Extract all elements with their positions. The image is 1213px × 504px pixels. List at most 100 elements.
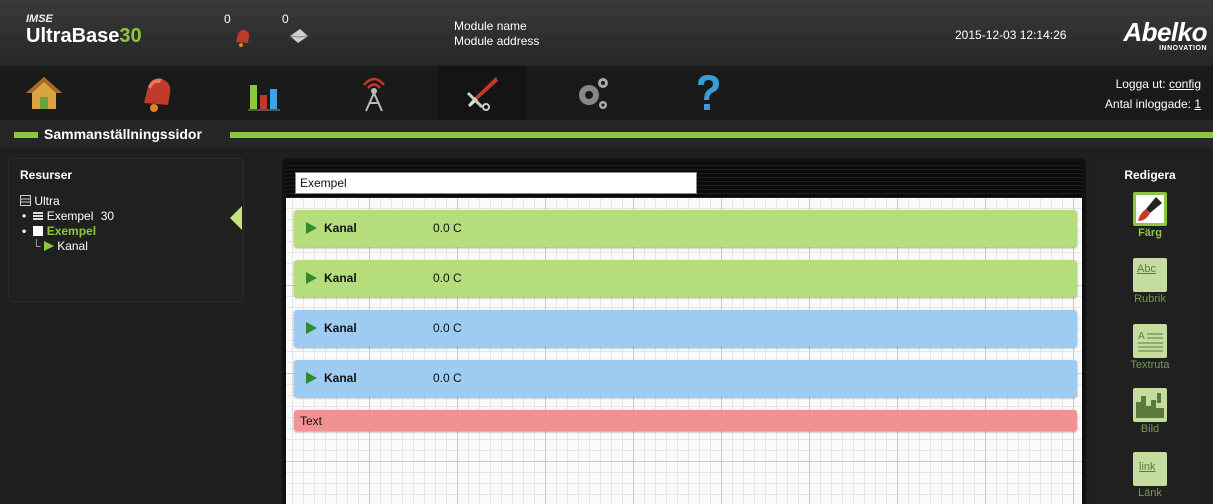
- channel-label: Kanal: [324, 321, 357, 335]
- account-info: Logga ut: config Antal inloggade: 1: [1105, 74, 1201, 114]
- top-header: IMSE UltraBase30 0 0 Module name Module …: [0, 0, 1213, 66]
- page-editor-canvas: Kanal 0.0 C Kanal 0.0 C Kanal 0.0 C Kana…: [282, 158, 1086, 504]
- play-icon: [306, 272, 317, 284]
- tree-item-label: Exempel: [46, 224, 97, 238]
- abelko-logo: Abelko INNOVATION: [1097, 19, 1207, 53]
- alarm-counter[interactable]: 0: [224, 12, 250, 47]
- play-icon: [306, 322, 317, 334]
- play-icon: [43, 241, 54, 251]
- channel-label: Kanal: [324, 271, 357, 285]
- list-icon: [33, 212, 44, 220]
- help-icon: [698, 75, 719, 110]
- message-count: 0: [282, 12, 289, 26]
- tools-icon: [466, 77, 498, 111]
- nav-statistics[interactable]: [220, 66, 308, 120]
- home-icon: [26, 77, 62, 109]
- current-datetime: 2015-12-03 12:14:26: [955, 28, 1067, 42]
- logo-text: Abelko: [1123, 17, 1207, 47]
- page-title-input[interactable]: [295, 172, 697, 194]
- logged-in-prefix: Antal inloggade:: [1104, 97, 1191, 111]
- tool-heading[interactable]: Abc Rubrik: [1097, 258, 1203, 305]
- tree-root[interactable]: Ultra: [20, 194, 114, 209]
- channel-label: Kanal: [324, 371, 357, 385]
- tool-label: Färg: [1138, 227, 1162, 239]
- section-title: Sammanställningssidor: [44, 126, 202, 142]
- canvas-header: [286, 162, 1082, 198]
- main-navigation: Logga ut: config Antal inloggade: 1: [0, 66, 1213, 120]
- channel-value: 0.0 C: [433, 371, 462, 385]
- play-icon: [306, 372, 317, 384]
- resource-tree: Ultra • Exempel 30 • Exempel └ Kanal: [20, 194, 114, 254]
- tree-item-label: Kanal: [57, 239, 88, 253]
- heading-icon: Abc: [1133, 258, 1167, 292]
- bar-chart-icon: [248, 85, 280, 111]
- edit-panel: Redigera Färg Abc Rubrik A Textruta Bild…: [1097, 158, 1203, 504]
- text-widget[interactable]: Text: [294, 410, 1077, 431]
- tree-branch-icon: •: [22, 224, 27, 238]
- nav-help[interactable]: [664, 66, 752, 120]
- nav-home[interactable]: [0, 66, 88, 120]
- play-icon: [306, 222, 317, 234]
- tree-branch-icon: •: [22, 209, 27, 223]
- edit-panel-title: Redigera: [1124, 168, 1176, 182]
- tool-textbox[interactable]: A Textruta: [1097, 324, 1203, 371]
- canvas-grid[interactable]: Kanal 0.0 C Kanal 0.0 C Kanal 0.0 C Kana…: [286, 198, 1082, 504]
- channel-widget[interactable]: Kanal 0.0 C: [294, 260, 1077, 297]
- tree-item-exempel-selected[interactable]: • Exempel: [20, 224, 114, 239]
- channel-value: 0.0 C: [433, 221, 462, 235]
- channel-label: Kanal: [324, 221, 357, 235]
- module-address: Module address: [454, 34, 540, 48]
- textbox-icon: A: [1133, 324, 1167, 358]
- tree-item-exempel-30[interactable]: • Exempel 30: [20, 209, 114, 224]
- module-name: Module name: [454, 19, 527, 33]
- paint-brush-icon: [1133, 192, 1167, 226]
- tool-link[interactable]: link Länk: [1097, 452, 1203, 499]
- product-brand: IMSE UltraBase30: [26, 13, 142, 47]
- alarm-count: 0: [224, 12, 231, 26]
- link-icon-text: link: [1139, 461, 1156, 473]
- message-counter[interactable]: 0: [282, 12, 309, 43]
- logout-link[interactable]: config: [1169, 77, 1201, 91]
- envelope-icon: [289, 29, 309, 43]
- resources-title: Resurser: [20, 168, 73, 182]
- brand-small-text: IMSE: [26, 13, 53, 25]
- module-info: Module name Module address: [454, 19, 539, 49]
- channel-widget[interactable]: Kanal 0.0 C: [294, 210, 1077, 247]
- tool-label: Länk: [1138, 487, 1162, 499]
- brand-number: 30: [119, 25, 142, 47]
- tree-item-label: Exempel: [46, 209, 94, 223]
- channel-value: 0.0 C: [433, 321, 462, 335]
- page-icon: [33, 226, 44, 236]
- logout-prefix: Logga ut:: [1115, 77, 1166, 91]
- channel-widget[interactable]: Kanal 0.0 C: [294, 360, 1077, 397]
- tool-color[interactable]: Färg: [1097, 192, 1203, 239]
- antenna-icon: [363, 77, 385, 112]
- nav-alarms[interactable]: [112, 66, 200, 120]
- nav-settings[interactable]: [548, 66, 636, 120]
- tool-label: Rubrik: [1134, 293, 1166, 305]
- tool-image[interactable]: Bild: [1097, 388, 1203, 435]
- channel-widget[interactable]: Kanal 0.0 C: [294, 310, 1077, 347]
- alarm-bell-small-icon: [236, 29, 250, 47]
- text-widget-label: Text: [300, 414, 323, 428]
- tree-item-count: 30: [100, 209, 115, 223]
- tree-connector-icon: └: [32, 239, 41, 253]
- brand-name: UltraBase: [26, 25, 120, 47]
- tree-root-label: Ultra: [34, 194, 60, 208]
- gears-icon: [579, 78, 608, 109]
- nav-tools[interactable]: [438, 66, 526, 120]
- channel-value: 0.0 C: [433, 271, 462, 285]
- resources-panel: Resurser Ultra • Exempel 30 • Exempel └: [8, 158, 244, 302]
- alarm-bell-icon: [144, 78, 171, 112]
- collapse-panel-arrow-icon[interactable]: [230, 206, 242, 230]
- nav-communication[interactable]: [330, 66, 418, 120]
- tree-folder-icon: [20, 195, 31, 206]
- logged-in-count-link[interactable]: 1: [1194, 97, 1201, 111]
- svg-text:A: A: [1138, 331, 1145, 342]
- section-accent-left: [14, 132, 38, 138]
- tool-label: Bild: [1140, 423, 1160, 435]
- tool-label: Textruta: [1130, 359, 1170, 371]
- link-icon: link: [1133, 452, 1167, 486]
- tree-item-kanal[interactable]: └ Kanal: [20, 239, 114, 254]
- image-icon: [1133, 388, 1167, 422]
